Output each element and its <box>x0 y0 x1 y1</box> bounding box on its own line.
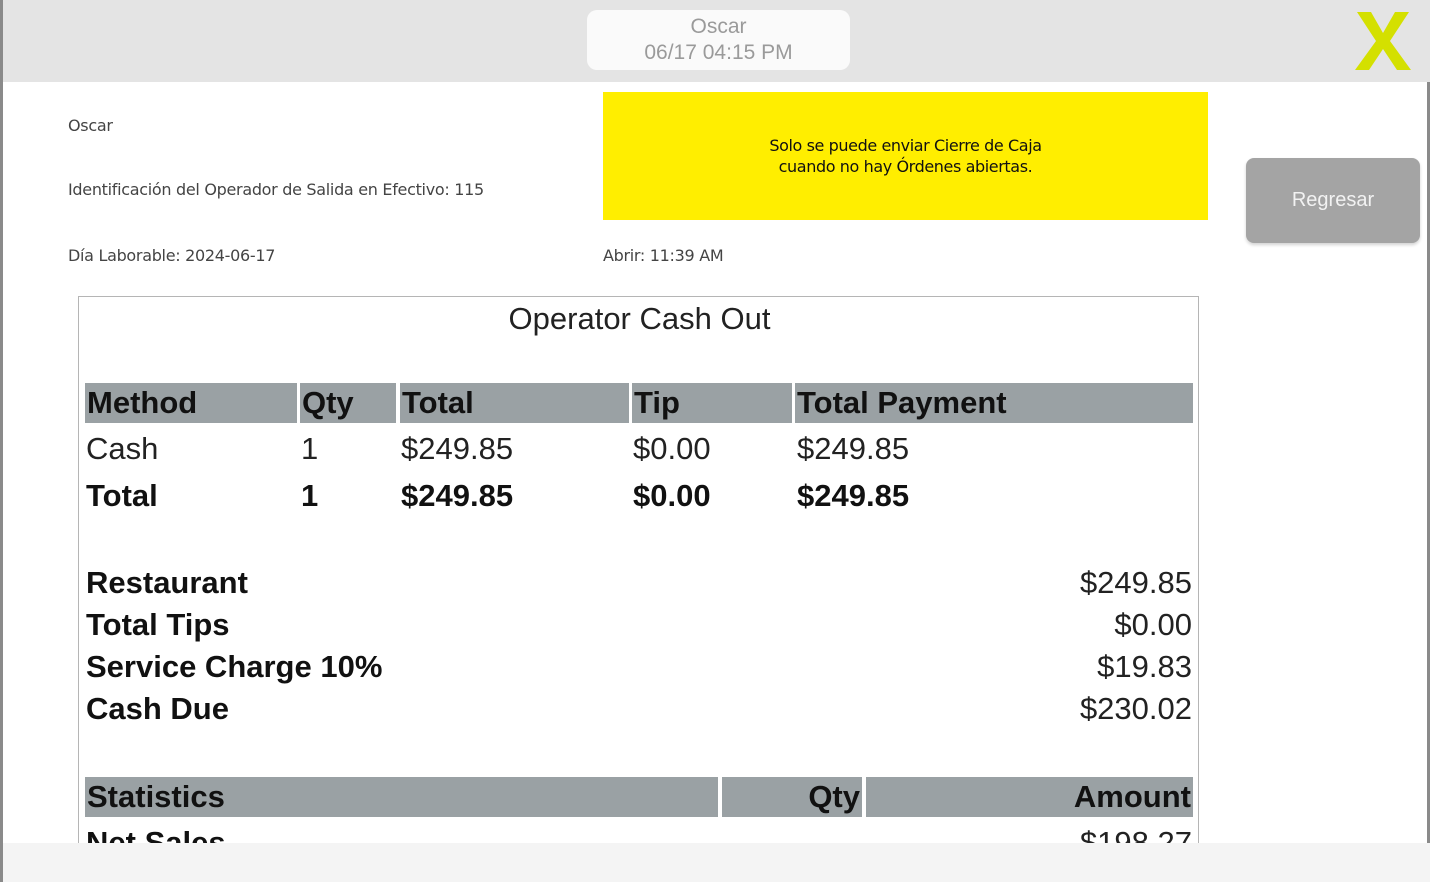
row-qty: 1 <box>301 431 319 466</box>
session-datetime: 06/17 04:15 PM <box>644 41 793 64</box>
col-header-total: Total <box>400 383 629 423</box>
warning-line-2: cuando no hay Órdenes abiertas. <box>778 157 1033 176</box>
top-bar: Oscar 06/17 04:15 PM <box>3 0 1430 82</box>
cash-out-report: Operator Cash Out Method Qty Total Tip T… <box>78 296 1199 844</box>
stats-header-qty: Qty <box>722 777 862 817</box>
operator-name: Oscar <box>68 116 113 135</box>
summary-label: Total Tips <box>86 607 230 642</box>
close-icon[interactable] <box>1351 6 1415 76</box>
total-row-tip: $0.00 <box>633 478 711 513</box>
operator-id: Identificación del Operador de Salida en… <box>68 180 484 199</box>
business-day: Día Laborable: 2024-06-17 <box>68 246 276 265</box>
summary-label: Cash Due <box>86 691 229 726</box>
col-header-method: Method <box>85 383 297 423</box>
total-row-label: Total <box>86 478 158 513</box>
warning-banner: Solo se puede enviar Cierre de Caja cuan… <box>603 92 1208 220</box>
warning-line-1: Solo se puede enviar Cierre de Caja <box>769 136 1042 155</box>
app-window: Oscar 06/17 04:15 PM Oscar Identificació… <box>0 0 1430 882</box>
total-row-total: $249.85 <box>401 478 514 513</box>
total-row-total-payment: $249.85 <box>797 478 910 513</box>
summary-value: $230.02 <box>1079 691 1192 726</box>
report-title: Operator Cash Out <box>508 301 771 336</box>
row-method: Cash <box>86 431 159 466</box>
stats-header-amount: Amount <box>866 777 1193 817</box>
stats-row-amount: $198.27 <box>1079 825 1192 844</box>
col-header-total-payment: Total Payment <box>795 383 1193 423</box>
summary-label: Restaurant <box>86 565 248 600</box>
row-tip: $0.00 <box>633 431 711 466</box>
col-header-tip: Tip <box>632 383 792 423</box>
total-row-qty: 1 <box>301 478 319 513</box>
col-header-qty: Qty <box>300 383 396 423</box>
stats-row-label: Net Sales <box>86 825 226 844</box>
session-user-name: Oscar <box>690 15 747 38</box>
bottom-fade <box>3 843 1430 882</box>
summary-label: Service Charge 10% <box>86 649 383 684</box>
summary-value: $249.85 <box>1079 565 1192 600</box>
open-time: Abrir: 11:39 AM <box>603 246 724 265</box>
back-button[interactable]: Regresar <box>1246 158 1420 243</box>
summary-value: $19.83 <box>1097 649 1192 684</box>
row-total-payment: $249.85 <box>797 431 910 466</box>
stats-header-statistics: Statistics <box>85 777 718 817</box>
row-total: $249.85 <box>401 431 514 466</box>
user-session-badge: Oscar 06/17 04:15 PM <box>587 10 850 70</box>
summary-value: $0.00 <box>1114 607 1192 642</box>
